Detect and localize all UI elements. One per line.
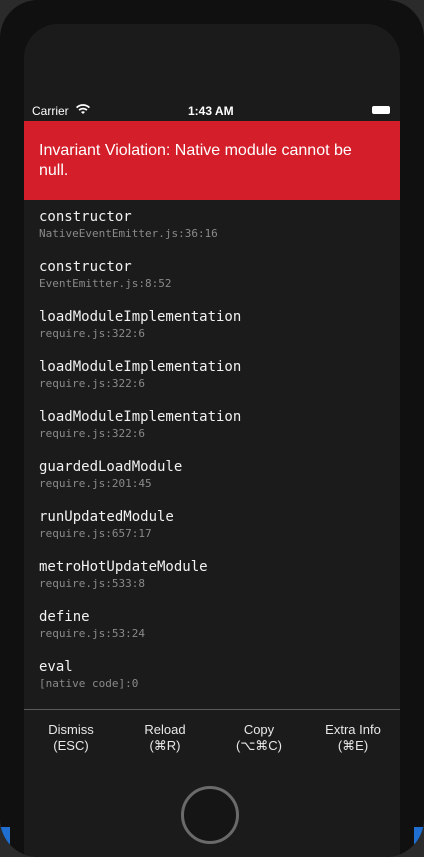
carrier-label: Carrier [32, 104, 69, 118]
actions-divider [24, 709, 400, 710]
error-banner: Invariant Violation: Native module canno… [24, 121, 400, 200]
frame-method: metroHotUpdateModule [39, 559, 208, 575]
reload-shortcut: (⌘R) [149, 738, 181, 753]
frame-location: require.js:53:24 [39, 627, 145, 640]
frame-method: guardedLoadModule [39, 459, 183, 475]
copy-button[interactable]: Copy (⌥⌘C) [212, 722, 306, 754]
stack-frame[interactable]: runUpdatedModule require.js:657:17 [39, 508, 389, 558]
frame-method: loadModuleImplementation [39, 309, 242, 325]
frame-location: require.js:201:45 [39, 477, 152, 490]
stack-frame[interactable]: loadModuleImplementation require.js:322:… [39, 358, 389, 408]
copy-label: Copy [243, 722, 275, 737]
frame-method: loadModuleImplementation [39, 359, 242, 375]
frame-location: require.js:657:17 [39, 527, 152, 540]
wifi-icon [76, 104, 90, 118]
extra-info-button[interactable]: Extra Info (⌘E) [306, 722, 400, 754]
extra-info-shortcut: (⌘E) [337, 738, 369, 753]
stack-frame[interactable]: constructor EventEmitter.js:8:52 [39, 258, 389, 308]
reload-button[interactable]: Reload (⌘R) [118, 722, 212, 754]
frame-location: [native code]:0 [39, 677, 139, 690]
frame-location: require.js:322:6 [39, 327, 145, 340]
frame-method: constructor [39, 259, 132, 275]
frame-method: runUpdatedModule [39, 509, 174, 525]
dismiss-label: Dismiss [48, 722, 94, 737]
frame-method: constructor [39, 209, 132, 225]
stack-frame[interactable]: loadModuleImplementation require.js:322:… [39, 308, 389, 358]
battery-icon [372, 106, 390, 114]
frame-location: require.js:322:6 [39, 427, 145, 440]
reload-label: Reload [144, 722, 186, 737]
stack-frame[interactable]: eval [native code]:0 [39, 658, 389, 708]
device-edge-left [0, 827, 10, 857]
device-frame: Carrier 1:43 AM Invariant Violation: Nat… [0, 0, 424, 857]
stack-trace-list: constructor NativeEventEmitter.js:36:16 … [39, 208, 389, 708]
stack-frame[interactable]: loadModuleImplementation require.js:322:… [39, 408, 389, 458]
frame-method: eval [39, 659, 73, 675]
dismiss-button[interactable]: Dismiss (ESC) [24, 722, 118, 754]
device-edge-right [414, 827, 424, 857]
stack-frame[interactable]: metroHotUpdateModule require.js:533:8 [39, 558, 389, 608]
action-bar: Dismiss (ESC) Reload (⌘R) Copy (⌥⌘C) Ext… [24, 722, 400, 754]
dismiss-shortcut: (ESC) [53, 738, 89, 753]
frame-location: NativeEventEmitter.js:36:16 [39, 227, 218, 240]
home-button-icon[interactable] [181, 786, 239, 844]
frame-location: require.js:322:6 [39, 377, 145, 390]
stack-frame[interactable]: constructor NativeEventEmitter.js:36:16 [39, 208, 389, 258]
stack-frame[interactable]: define require.js:53:24 [39, 608, 389, 658]
frame-method: loadModuleImplementation [39, 409, 242, 425]
frame-location: EventEmitter.js:8:52 [39, 277, 172, 290]
frame-location: require.js:533:8 [39, 577, 145, 590]
extra-info-label: Extra Info [325, 722, 381, 737]
stack-frame[interactable]: guardedLoadModule require.js:201:45 [39, 458, 389, 508]
error-message: Invariant Violation: Native module canno… [39, 142, 352, 179]
status-bar: Carrier 1:43 AM [24, 100, 400, 122]
status-time: 1:43 AM [188, 104, 234, 118]
frame-method: define [39, 609, 90, 625]
copy-shortcut: (⌥⌘C) [235, 738, 283, 753]
